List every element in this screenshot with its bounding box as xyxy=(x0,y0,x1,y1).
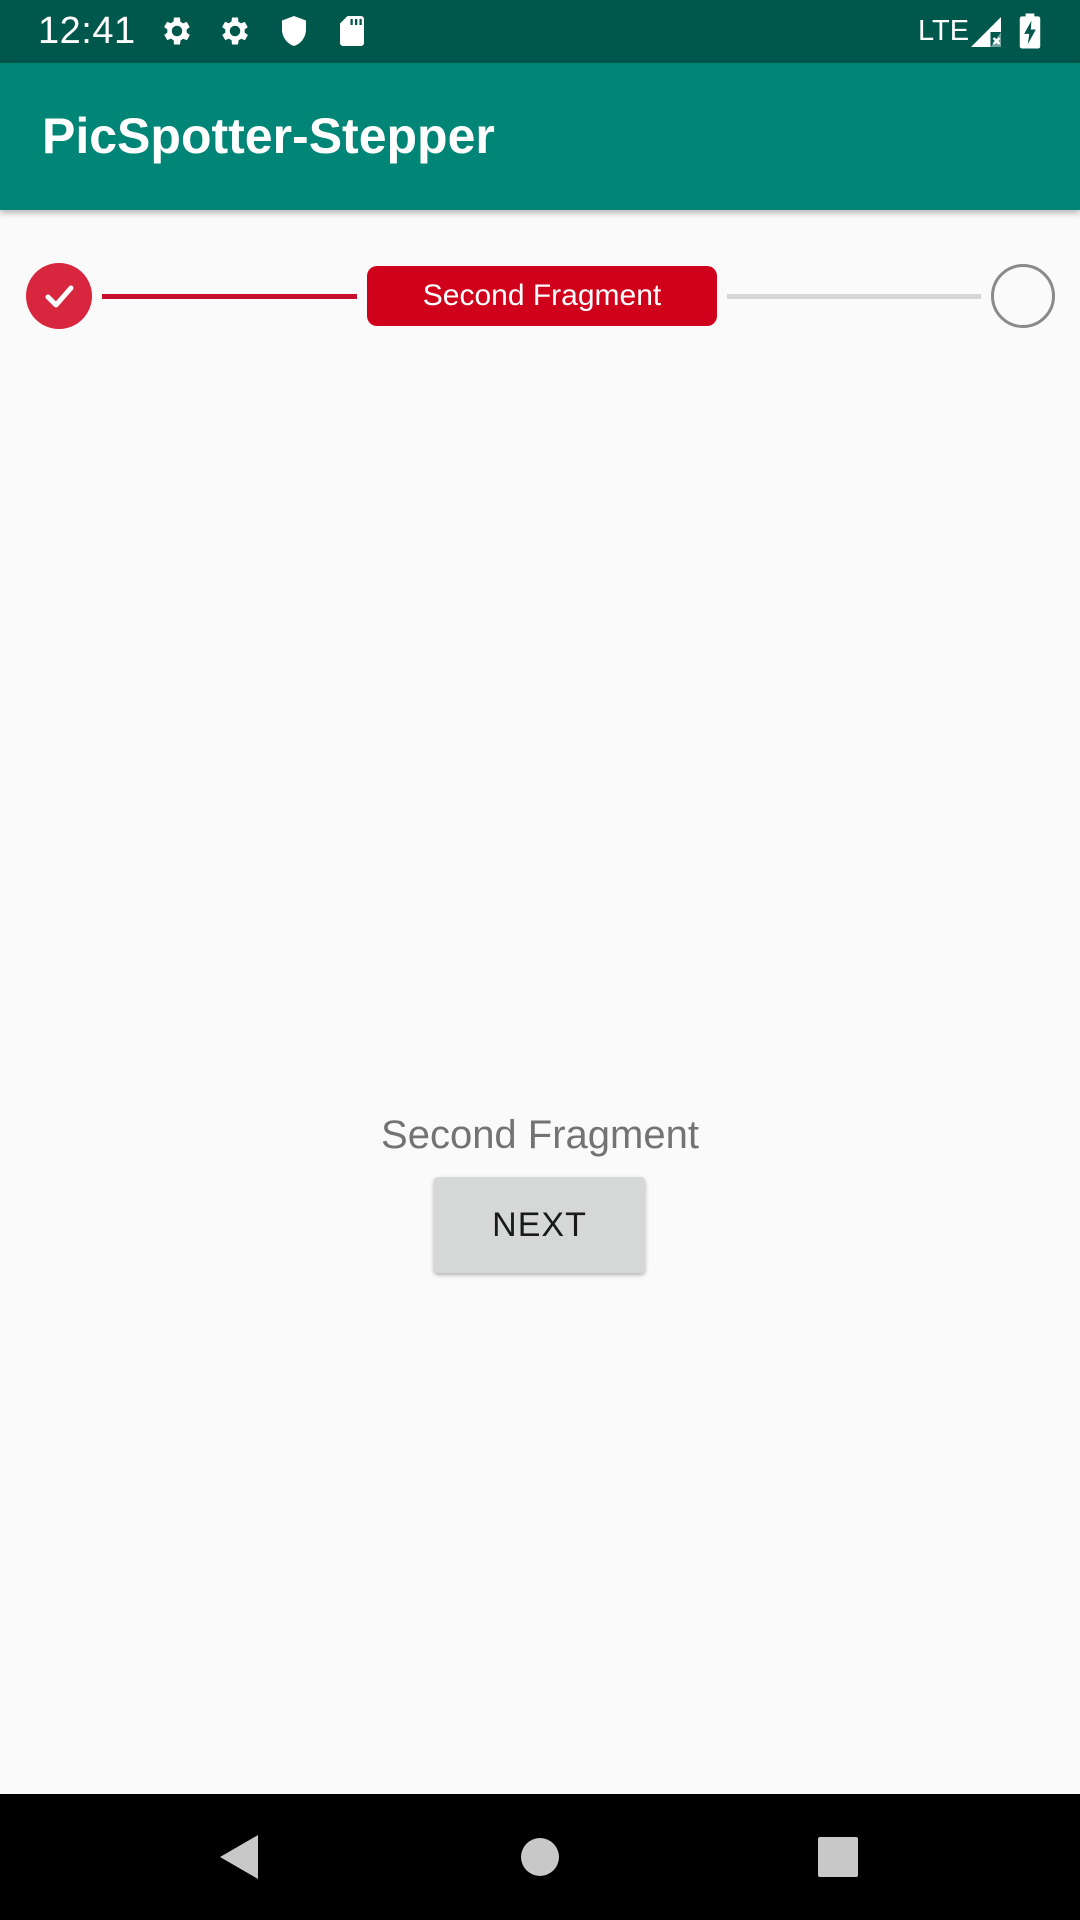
back-icon[interactable] xyxy=(210,1827,270,1887)
step-connector-inactive xyxy=(727,294,981,299)
stepper: Second Fragment xyxy=(0,210,1080,380)
home-icon[interactable] xyxy=(510,1827,570,1887)
battery-charging-icon xyxy=(1012,12,1048,49)
status-bar: 12:41 LTE xyxy=(0,0,1080,63)
gear-icon xyxy=(217,13,253,49)
step-3-pending[interactable] xyxy=(991,264,1055,328)
shield-icon xyxy=(276,13,312,49)
gear-icon xyxy=(159,13,195,49)
recents-icon[interactable] xyxy=(808,1827,868,1887)
app-bar: PicSpotter-Stepper xyxy=(0,63,1080,210)
step-connector-active xyxy=(102,294,357,299)
network-type: LTE xyxy=(918,15,970,47)
check-icon xyxy=(45,285,74,308)
navigation-bar xyxy=(0,1794,1080,1920)
fragment-text: Second Fragment xyxy=(381,1113,699,1157)
step-1-completed[interactable] xyxy=(26,263,92,329)
status-time: 12:41 xyxy=(38,10,136,52)
step-2-current[interactable]: Second Fragment xyxy=(367,266,717,326)
next-button[interactable]: NEXT xyxy=(434,1177,645,1273)
signal-icon xyxy=(968,14,1004,50)
app-title: PicSpotter-Stepper xyxy=(42,108,495,164)
sd-card-icon xyxy=(334,13,370,49)
